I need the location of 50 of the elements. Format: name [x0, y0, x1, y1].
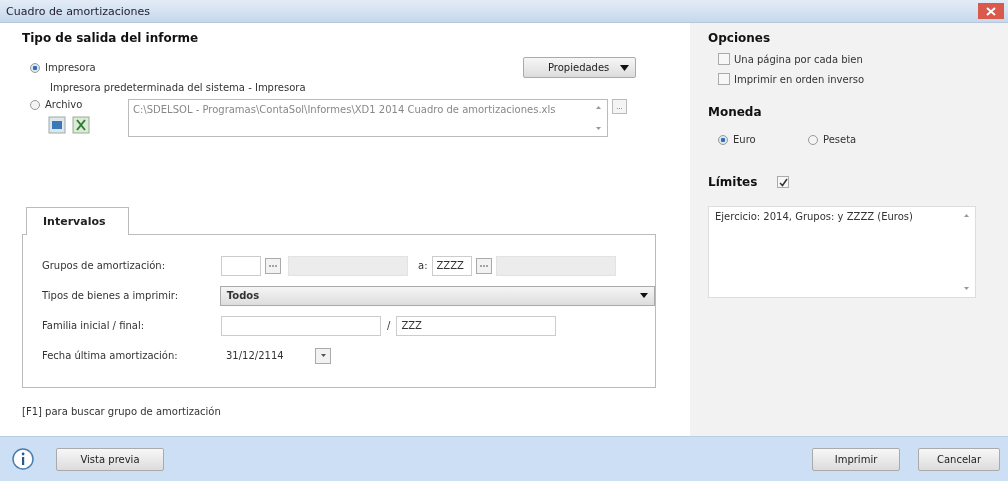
scroll-up-icon: [963, 214, 969, 217]
document-icon[interactable]: [48, 116, 66, 134]
dropdown[interactable]: Todos: [219, 285, 655, 306]
radio-button[interactable]: Euro: [718, 134, 770, 145]
checkbox[interactable]: Una página por cada bien: [708, 53, 1008, 65]
limits-text-area[interactable]: Ejercicio: 2014, Grupos: y ZZZZ (Euros): [708, 206, 976, 298]
field-label: Tipos de bienes a imprimir:: [42, 290, 180, 301]
radio-button[interactable]: Impresora: [30, 62, 96, 73]
input-field[interactable]: [221, 255, 261, 276]
field-label: Grupos de amortización:: [42, 260, 166, 271]
cancel-button[interactable]: Cancelar: [918, 447, 1000, 471]
section-heading: Límites: [708, 175, 758, 189]
scroll-down-icon: [595, 127, 601, 130]
scroll-up-icon: [595, 106, 601, 109]
browse-button[interactable]: ...: [612, 99, 627, 114]
input-field[interactable]: [221, 315, 381, 336]
section-heading: Moneda: [708, 105, 763, 119]
caret-icon: [620, 64, 629, 71]
hint-text: [F1] para buscar grupo de amortización: [22, 406, 222, 417]
checkbox[interactable]: [777, 176, 790, 188]
close-icon: [986, 6, 996, 16]
info-icon[interactable]: [12, 448, 34, 470]
ellipsis-icon: [479, 264, 488, 267]
separator-label: a:: [418, 260, 428, 271]
radio-button[interactable]: Archivo: [30, 99, 128, 110]
field-label: Familia inicial / final:: [42, 320, 146, 331]
spreadsheet-icon[interactable]: [72, 116, 90, 134]
caret-icon: [640, 293, 648, 298]
caret-icon: [320, 354, 326, 357]
print-button[interactable]: Imprimir: [812, 447, 900, 471]
section-heading: Opciones: [708, 31, 772, 45]
date-dropdown-button[interactable]: [315, 347, 331, 364]
checkbox[interactable]: Imprimir en orden inverso: [708, 73, 1008, 85]
close-button[interactable]: [978, 3, 1004, 19]
input-field[interactable]: ZZZ: [396, 315, 557, 336]
input-field[interactable]: ZZZZ: [431, 255, 472, 276]
preview-button[interactable]: Vista previa: [56, 447, 164, 471]
separator-label: /: [387, 320, 391, 331]
tab[interactable]: Intervalos: [26, 207, 129, 235]
printer-name: Impresora predeterminada del sistema - Impresora: [50, 82, 307, 93]
lookup-button[interactable]: [265, 257, 281, 274]
field-label: Fecha última amortización:: [42, 350, 179, 361]
section-heading: Tipo de salida del informe: [22, 31, 200, 45]
window-title: Cuadro de amortizaciones: [6, 4, 152, 18]
lookup-button[interactable]: [475, 257, 492, 274]
file-path-field[interactable]: C:\SDELSOL - Programas\ContaSol\Informes\XD1 2014 Cuadro de amortizaciones.xls: [128, 99, 608, 137]
scroll-down-icon: [963, 287, 969, 290]
ellipsis-icon: [269, 264, 277, 267]
properties-button[interactable]: Propiedades: [523, 57, 636, 78]
radio-button[interactable]: Peseta: [808, 134, 860, 145]
